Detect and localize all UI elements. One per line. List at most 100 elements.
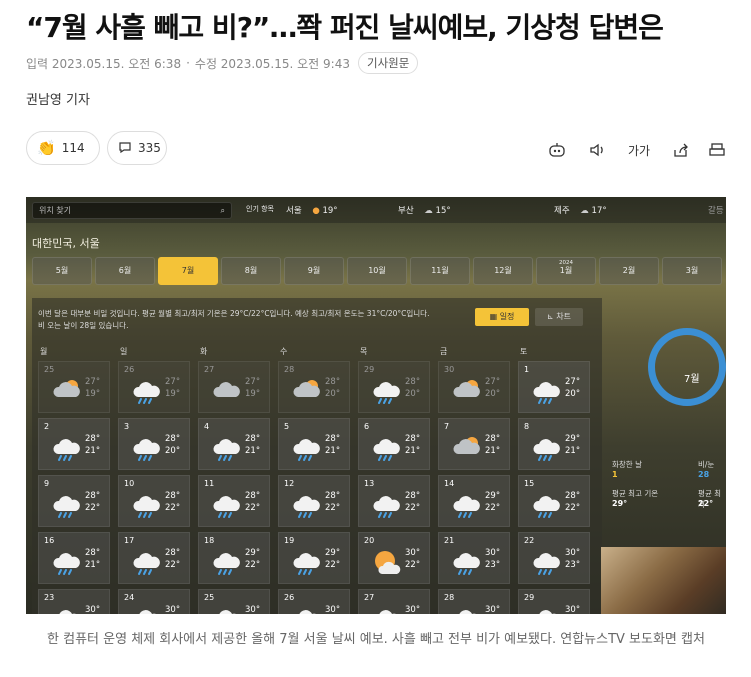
forecast-day-cell: 5 28° 21°: [278, 418, 350, 470]
low-temp: 22°: [405, 560, 421, 570]
high-temp: 30°: [165, 605, 181, 614]
temp-range: 30°: [565, 604, 580, 614]
day-number: 13: [364, 479, 375, 488]
city-seoul: 서울 ● 19°: [286, 204, 338, 216]
temp-range: 28° 22°: [565, 490, 580, 514]
day-number: 26: [124, 365, 135, 374]
weekday-label: 토: [520, 347, 528, 356]
low-temp: 22°: [485, 503, 501, 513]
month-label: 6월: [118, 266, 132, 275]
temp-range: 27° 19°: [85, 376, 100, 400]
forecast-day-cell: 28 30°: [438, 589, 510, 614]
calendar-view-button: ▦ 일정: [475, 308, 529, 326]
month-tab: 5월: [32, 257, 92, 285]
day-number: 20: [364, 536, 375, 545]
low-temp: 20°: [325, 389, 341, 399]
original-article-button[interactable]: 기사원문: [357, 52, 419, 74]
rain-icon: [219, 610, 236, 614]
day-number: 16: [44, 536, 55, 545]
month-label: 11월: [431, 266, 449, 275]
temp-range: 30°: [165, 604, 180, 614]
month-label: 5월: [55, 266, 69, 275]
month-tabs: 5월 6월 7월 8월 9월 10월 11월 12월 2024 1월 2월 3월: [32, 257, 722, 287]
reporter-name[interactable]: 권남영 기자: [26, 89, 90, 108]
article-meta: 입력 2023.05.15. 오전 6:38 · 수정 2023.05.15. …: [26, 52, 419, 74]
day-number: 22: [524, 536, 535, 545]
published-time: 입력 2023.05.15. 오전 6:38: [26, 56, 182, 71]
weekday-label: 금: [440, 347, 448, 356]
rain-days-label: 비/눈: [698, 460, 715, 469]
rain-icon: [459, 610, 476, 614]
temp-range: 29° 22°: [325, 547, 340, 571]
font-size-button[interactable]: 가가: [626, 139, 652, 161]
forecast-day-cell: 18 29° 22°: [198, 532, 270, 584]
temp-range: 29° 22°: [245, 547, 260, 571]
rain-icon: [53, 553, 80, 575]
forecast-day-cell: 23 30°: [38, 589, 110, 614]
clear-days-label: 화창한 날: [612, 460, 642, 469]
rain-icon: [373, 496, 400, 518]
temp-range: 28° 20°: [165, 433, 180, 457]
weekday-label: 목: [360, 347, 368, 356]
day-number: 28: [284, 365, 295, 374]
year-marker: 2024: [559, 260, 573, 266]
sun-cloud-icon: [375, 551, 401, 574]
avg-high-label: 평균 최고 기온: [612, 489, 659, 498]
high-temp: 28°: [245, 491, 261, 501]
high-temp: 28°: [85, 434, 101, 444]
popular-label: 인기 항목: [246, 205, 274, 213]
forecast-day-cell: 26 30°: [278, 589, 350, 614]
forecast-day-cell: 19 29° 22°: [278, 532, 350, 584]
high-temp: 28°: [325, 434, 341, 444]
month-tab: 6월: [95, 257, 155, 285]
temp-range: 30° 23°: [485, 547, 500, 571]
rain-icon: [53, 439, 80, 461]
day-number: 14: [444, 479, 455, 488]
rain-icon: [293, 496, 320, 518]
rain-icon: [59, 610, 76, 614]
search-icon: ⌕: [220, 206, 225, 215]
day-number: 2: [44, 422, 50, 431]
month-label: 2월: [622, 266, 636, 275]
low-temp: 20°: [485, 389, 501, 399]
rain-icon: [133, 496, 160, 518]
day-number: 21: [444, 536, 455, 545]
print-icon[interactable]: [706, 139, 728, 161]
low-temp: 21°: [405, 446, 421, 456]
share-icon[interactable]: [670, 139, 692, 161]
high-temp: 30°: [565, 548, 581, 558]
low-temp: 23°: [565, 560, 581, 570]
partly-cloudy-icon: [453, 380, 480, 397]
rain-icon: [133, 553, 160, 575]
temp-range: 30° 22°: [405, 547, 420, 571]
low-temp: 19°: [165, 389, 181, 399]
temp-range: 28° 21°: [85, 433, 100, 457]
low-temp: 20°: [405, 389, 421, 399]
day-number: 5: [284, 422, 290, 431]
reaction-button[interactable]: 👏 114: [26, 131, 100, 165]
high-temp: 30°: [565, 605, 581, 614]
comment-button[interactable]: 335: [107, 131, 167, 165]
temp-range: 30°: [85, 604, 100, 614]
summary-bot-icon[interactable]: [546, 139, 568, 161]
day-number: 24: [124, 593, 135, 602]
day-number: 19: [284, 536, 295, 545]
high-temp: 30°: [405, 605, 421, 614]
day-number: 1: [524, 365, 530, 374]
avg-high-value: 29°: [612, 499, 628, 508]
temp-range: 30° 23°: [565, 547, 580, 571]
speaker-icon[interactable]: [587, 139, 609, 161]
month-tab: 11월: [410, 257, 470, 285]
month-tab: 2024 1월: [536, 257, 596, 285]
day-number: 6: [364, 422, 370, 431]
forecast-day-cell: 17 28° 22°: [118, 532, 190, 584]
low-temp: 21°: [565, 446, 581, 456]
forecast-day-cell: 22 30° 23°: [518, 532, 590, 584]
rain-icon: [299, 610, 316, 614]
forecast-day-cell: 12 28° 22°: [278, 475, 350, 527]
modified-time: 수정 2023.05.15. 오전 9:43: [194, 56, 350, 71]
image-caption: 한 컴퓨터 운영 체제 회사에서 제공한 올해 7월 서울 날씨 예보. 사흘 …: [47, 632, 705, 647]
rain-icon: [373, 439, 400, 461]
low-temp: 22°: [325, 560, 341, 570]
forecast-day-cell: 1 27° 20°: [518, 361, 590, 413]
